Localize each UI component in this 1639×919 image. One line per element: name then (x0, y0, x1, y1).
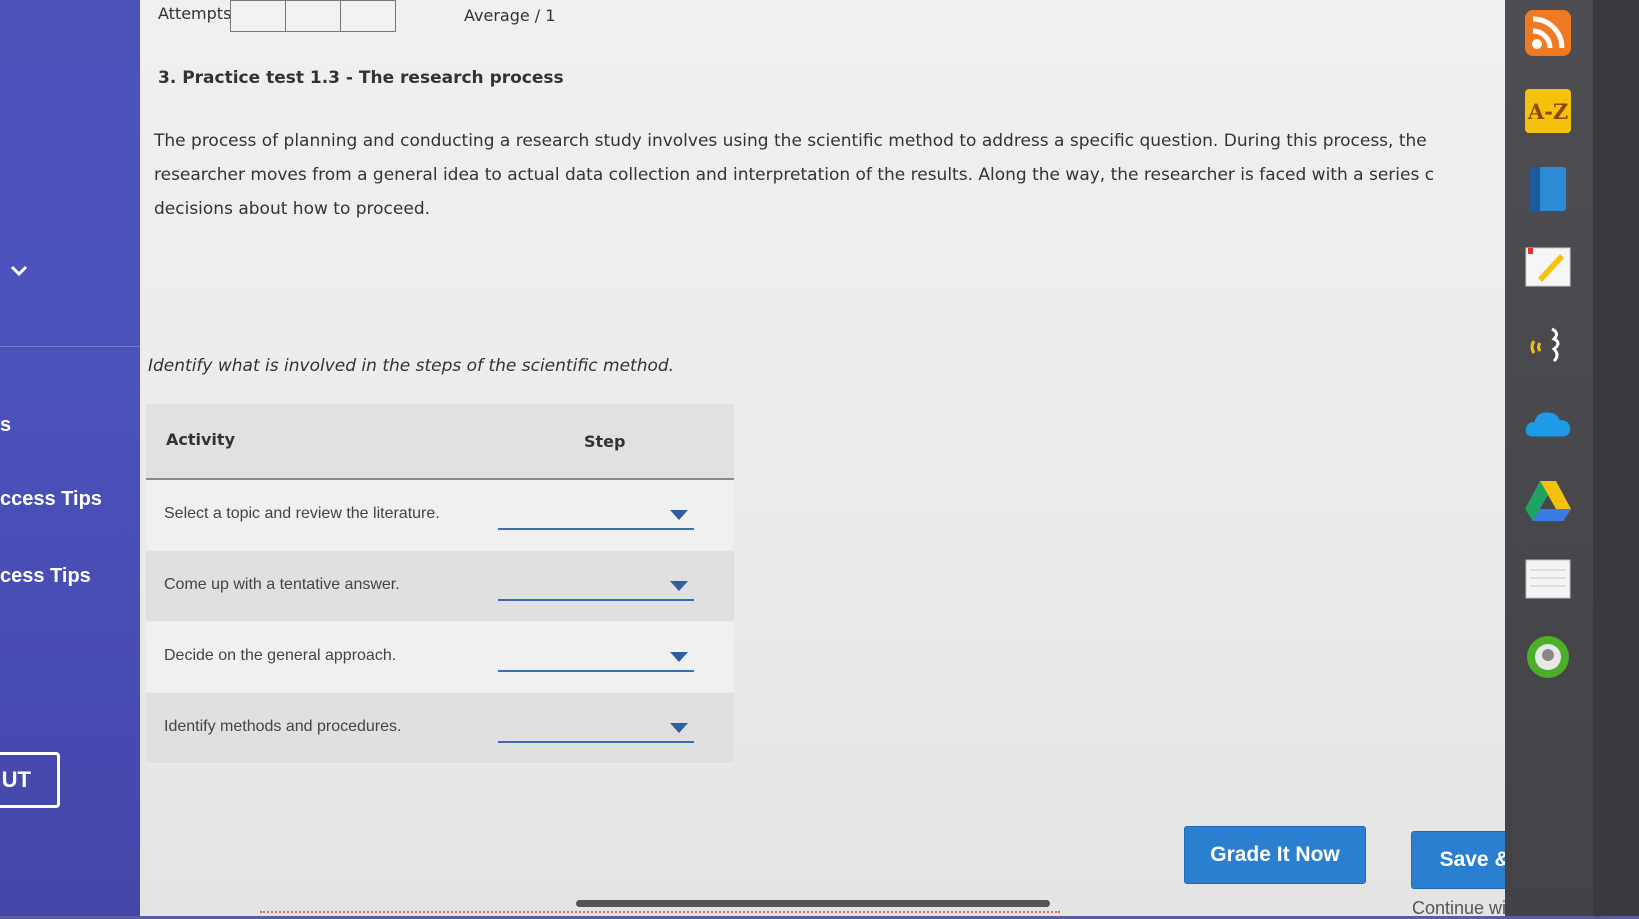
attempt-box (230, 0, 286, 32)
main-content: Attempts Average / 1 3. Practice test 1.… (140, 0, 1635, 918)
table-row: Select a topic and review the literature… (146, 480, 734, 551)
step-dropdown[interactable] (498, 711, 694, 743)
column-header-activity: Activity (166, 430, 235, 449)
activity-step-table: Activity Step Select a topic and review … (146, 404, 734, 764)
activity-text: Identify methods and procedures. (164, 718, 402, 735)
dropdown-arrow-icon[interactable] (670, 581, 688, 591)
left-sidebar: s ccess Tips cess Tips UT (0, 0, 150, 916)
activity-text: Come up with a tentative answer. (164, 576, 400, 593)
sidebar-out-button[interactable]: UT (0, 752, 60, 808)
google-drive-icon[interactable] (1523, 476, 1573, 526)
a-z-icon[interactable]: A-Z (1523, 86, 1573, 136)
question-instruction: Identify what is involved in the steps o… (148, 356, 675, 376)
dropdown-arrow-icon[interactable] (670, 510, 688, 520)
table-row: Identify methods and procedures. (146, 693, 734, 764)
rss-icon[interactable] (1523, 8, 1573, 58)
step-dropdown[interactable] (498, 640, 694, 672)
sidebar-fragment: s (0, 414, 12, 436)
activity-text: Decide on the general approach. (164, 647, 397, 664)
table-header: Activity Step (146, 404, 734, 480)
activity-text: Select a topic and review the literature… (164, 505, 440, 522)
horizontal-scrollbar[interactable] (576, 900, 1050, 907)
sidebar-divider (0, 346, 145, 347)
step-dropdown[interactable] (498, 569, 694, 601)
notepad-icon[interactable] (1523, 242, 1573, 292)
attempts-label: Attempts (158, 4, 232, 23)
speech-icon[interactable] (1523, 320, 1573, 370)
a-z-label: A-Z (1525, 89, 1571, 133)
screen-edge (1593, 0, 1639, 916)
sidebar-item-success-tips-2[interactable]: cess Tips (0, 565, 91, 588)
attempt-box (285, 0, 341, 32)
bottom-divider (260, 911, 1060, 916)
question-intro: The process of planning and conducting a… (154, 131, 1435, 219)
table-row: Come up with a tentative answer. (146, 551, 734, 622)
sidebar-item-success-tips-1[interactable]: ccess Tips (0, 488, 102, 511)
dropdown-arrow-icon[interactable] (670, 652, 688, 662)
notes-icon[interactable] (1523, 554, 1573, 604)
table-row: Decide on the general approach. (146, 622, 734, 693)
right-toolbar: A-Z (1505, 0, 1593, 916)
grade-it-now-button[interactable]: Grade It Now (1184, 826, 1366, 884)
chevron-down-icon[interactable] (8, 260, 30, 282)
onedrive-icon[interactable] (1523, 398, 1573, 448)
circle-icon[interactable] (1523, 632, 1573, 682)
step-dropdown[interactable] (498, 498, 694, 530)
book-icon[interactable] (1523, 164, 1573, 214)
question-title: 3. Practice test 1.3 - The research proc… (158, 68, 564, 88)
average-score: Average / 1 (464, 6, 556, 25)
dropdown-arrow-icon[interactable] (670, 723, 688, 733)
column-header-step: Step (584, 432, 626, 451)
attempt-box (340, 0, 396, 32)
